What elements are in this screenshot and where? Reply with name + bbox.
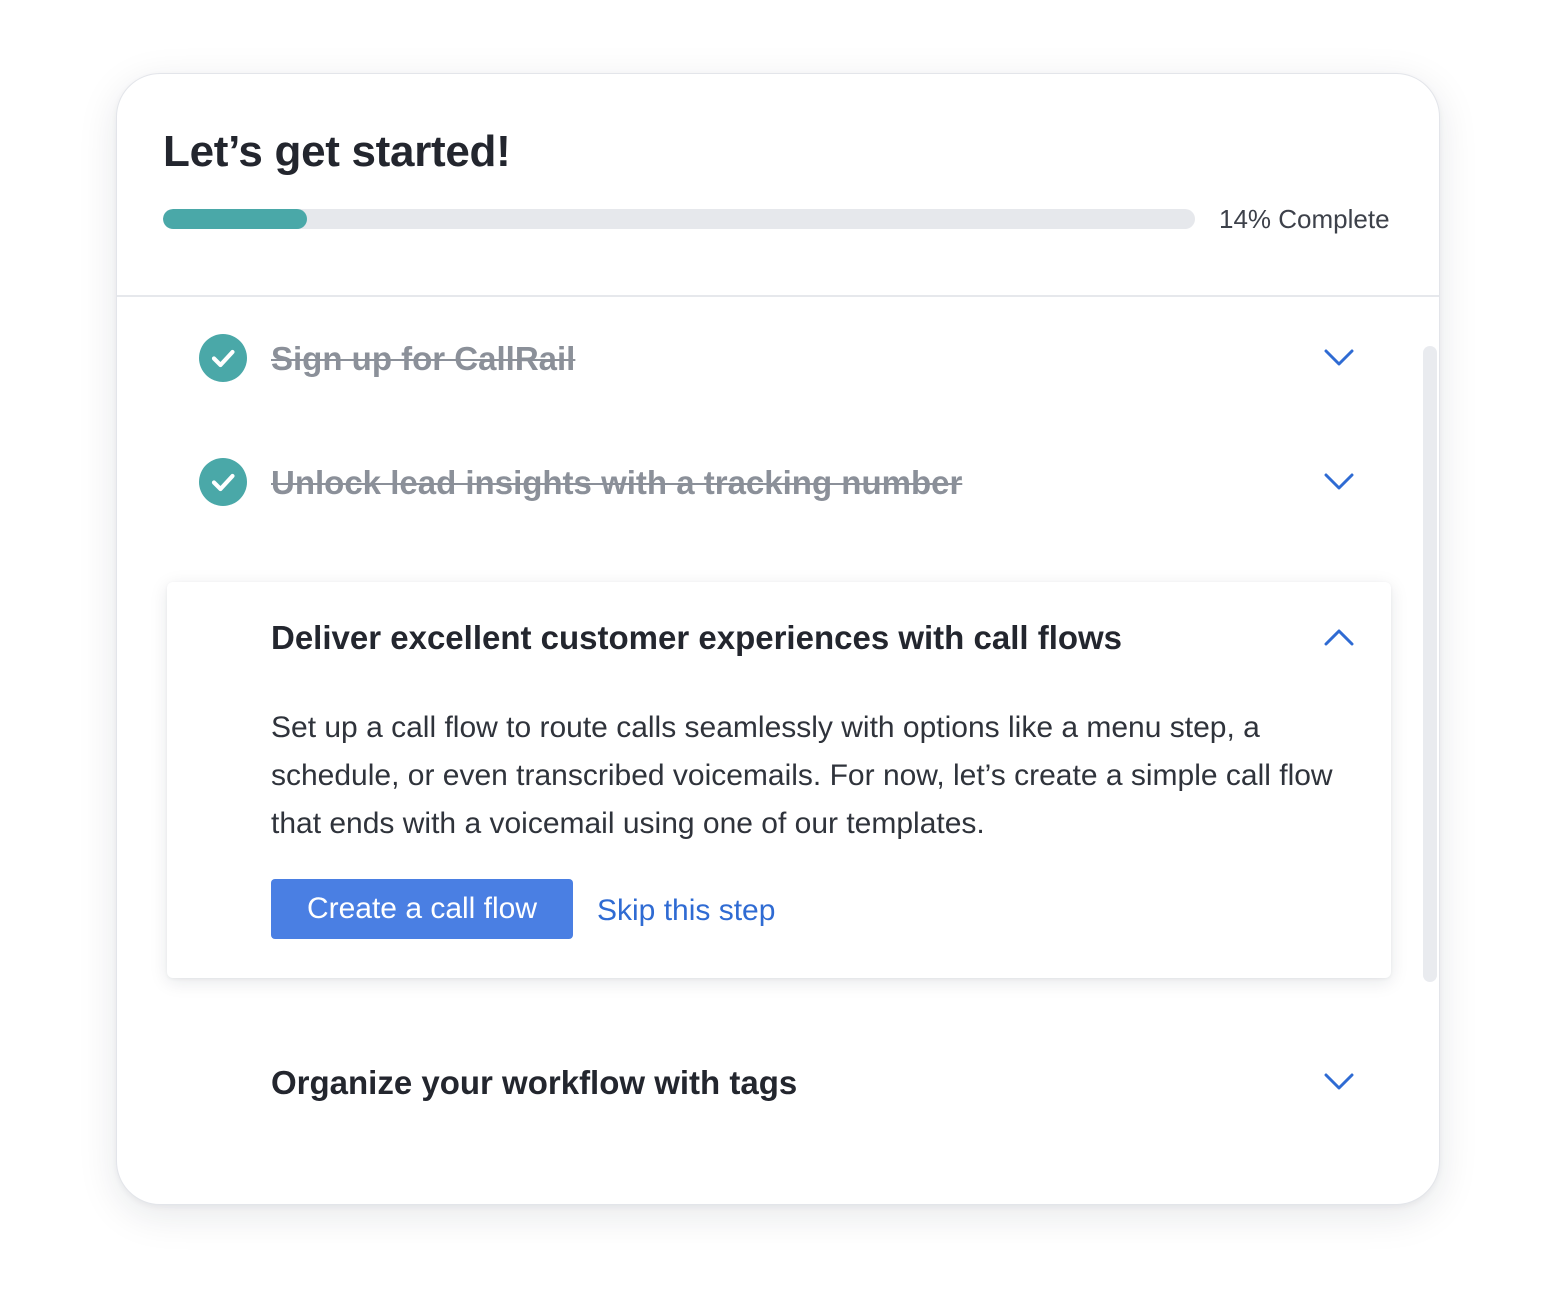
check-circle-icon: [199, 334, 247, 382]
step-label[interactable]: Deliver excellent customer experiences w…: [271, 618, 1122, 658]
skip-step-link[interactable]: Skip this step: [597, 891, 775, 931]
step-item-call-flows: Deliver excellent customer experiences w…: [167, 582, 1391, 978]
chevron-down-icon[interactable]: [1319, 1065, 1359, 1099]
chevron-up-icon[interactable]: [1319, 620, 1359, 654]
progress-bar: [163, 209, 1195, 229]
step-label: Sign up for CallRail: [271, 340, 576, 377]
create-call-flow-button[interactable]: Create a call flow: [271, 879, 573, 939]
chevron-down-icon[interactable]: [1319, 465, 1359, 499]
header-divider: [117, 295, 1439, 297]
progress-bar-fill: [163, 209, 308, 229]
page-title: Let’s get started!: [163, 127, 511, 176]
step-item-tracking-number[interactable]: Unlock lead insights with a tracking num…: [117, 447, 1397, 517]
progress-label: 14% Complete: [1219, 204, 1390, 234]
step-label: Organize your workflow with tags: [271, 1064, 798, 1101]
scrollbar[interactable]: [1423, 346, 1437, 982]
step-item-sign-up[interactable]: Sign up for CallRail: [117, 323, 1397, 393]
step-label: Unlock lead insights with a tracking num…: [271, 464, 963, 501]
chevron-down-icon[interactable]: [1319, 341, 1359, 375]
check-circle-icon: [199, 458, 247, 506]
onboarding-card: Let’s get started! 14% Complete Sign up …: [116, 73, 1440, 1205]
step-description: Set up a call flow to route calls seamle…: [271, 711, 1333, 840]
step-item-tags[interactable]: Organize your workflow with tags: [117, 1047, 1397, 1117]
